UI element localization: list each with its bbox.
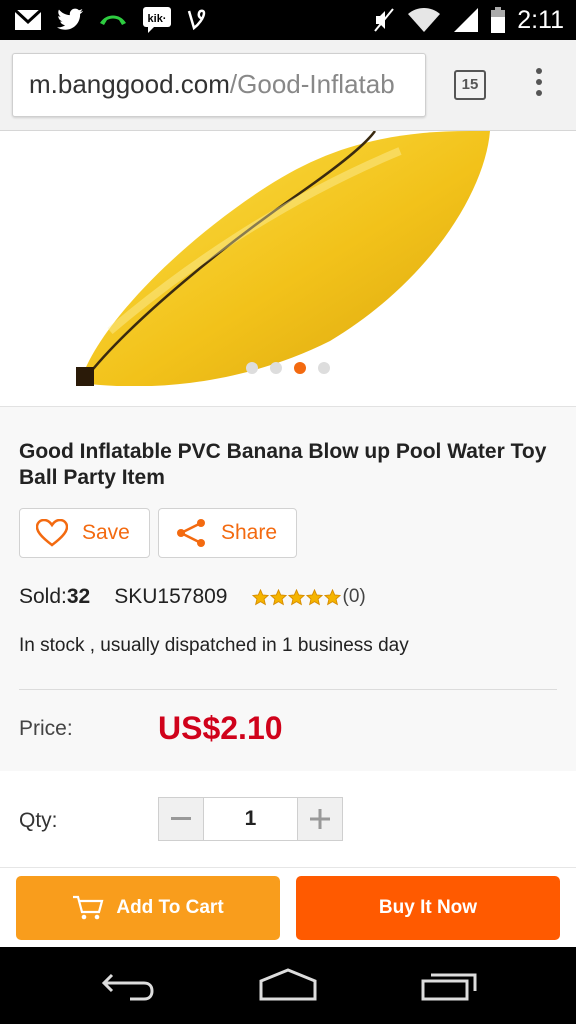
sold-label: Sold: [19, 585, 67, 608]
product-info: Good Inflatable PVC Banana Blow up Pool … [0, 406, 576, 772]
star-icon [287, 588, 305, 605]
carousel-dot[interactable] [246, 362, 258, 374]
quantity-row: Qty: 1 [0, 771, 576, 868]
save-button[interactable]: Save [19, 508, 150, 558]
status-bar: kik· 2:11 [0, 0, 576, 40]
purchase-bar: Add To Cart Buy It Now [0, 867, 576, 948]
vine-icon [187, 9, 206, 31]
divider [19, 689, 557, 690]
carousel-dots [246, 362, 330, 374]
call-icon [100, 15, 126, 25]
cart-icon [73, 895, 104, 920]
star-icon [251, 588, 269, 605]
sku: SKU157809 [114, 585, 228, 608]
battery-icon [491, 7, 506, 33]
buy-now-label: Buy It Now [378, 897, 478, 918]
star-icon [269, 588, 287, 605]
heart-icon [36, 519, 68, 547]
star-icon [305, 588, 323, 605]
star-icon [323, 588, 341, 605]
back-icon[interactable] [100, 967, 156, 1003]
recent-apps-icon[interactable] [420, 967, 478, 1003]
decrement-button[interactable] [159, 798, 203, 840]
carousel-dot[interactable] [270, 362, 282, 374]
wifi-icon [408, 8, 441, 32]
share-icon [177, 519, 205, 547]
svg-text:kik·: kik· [148, 13, 167, 25]
qty-label: Qty: [19, 809, 58, 832]
price-label: Price: [19, 717, 73, 740]
url-text: m.banggood.com/Good-Inflatab [29, 69, 395, 100]
save-label: Save [82, 521, 130, 544]
increment-button[interactable] [298, 798, 342, 840]
carousel-dot[interactable] [318, 362, 330, 374]
stock-status: In stock , usually dispatched in 1 busin… [19, 635, 409, 656]
add-to-cart-label: Add To Cart [116, 897, 224, 918]
price-value: US$2.10 [158, 710, 283, 746]
sold-count: 32 [66, 585, 91, 608]
buy-now-button[interactable]: Buy It Now [296, 876, 560, 940]
rating-stars[interactable]: (0) [251, 586, 366, 608]
home-icon[interactable] [258, 967, 318, 1003]
share-label: Share [221, 521, 278, 544]
kik-icon: kik· [143, 7, 171, 33]
quantity-input[interactable]: 1 [203, 798, 298, 840]
mute-icon [374, 8, 394, 32]
quantity-stepper: 1 [158, 797, 343, 841]
browser-toolbar: m.banggood.com/Good-Inflatab 15 [0, 40, 576, 131]
clock: 2:11 [517, 5, 564, 34]
banana-image [76, 131, 490, 386]
sold-row: Sold: 32 SKU157809 (0) [19, 585, 366, 609]
system-nav-bar [0, 947, 576, 1024]
minus-icon [171, 817, 191, 820]
product-title: Good Inflatable PVC Banana Blow up Pool … [19, 440, 547, 489]
twitter-icon [57, 8, 83, 30]
url-field[interactable]: m.banggood.com/Good-Inflatab [12, 53, 426, 117]
gmail-icon [14, 9, 42, 30]
tab-switcher-button[interactable]: 15 [454, 70, 486, 100]
review-count: (0) [342, 586, 366, 607]
signal-icon [454, 8, 479, 32]
url-path: /Good-Inflatab [229, 69, 395, 99]
add-to-cart-button[interactable]: Add To Cart [16, 876, 280, 940]
product-image[interactable] [0, 131, 576, 386]
plus-icon [310, 809, 330, 829]
share-button[interactable]: Share [158, 508, 297, 558]
carousel-dot-active[interactable] [294, 362, 306, 374]
url-domain: m.banggood.com [29, 69, 230, 99]
overflow-menu-icon[interactable] [528, 68, 550, 102]
